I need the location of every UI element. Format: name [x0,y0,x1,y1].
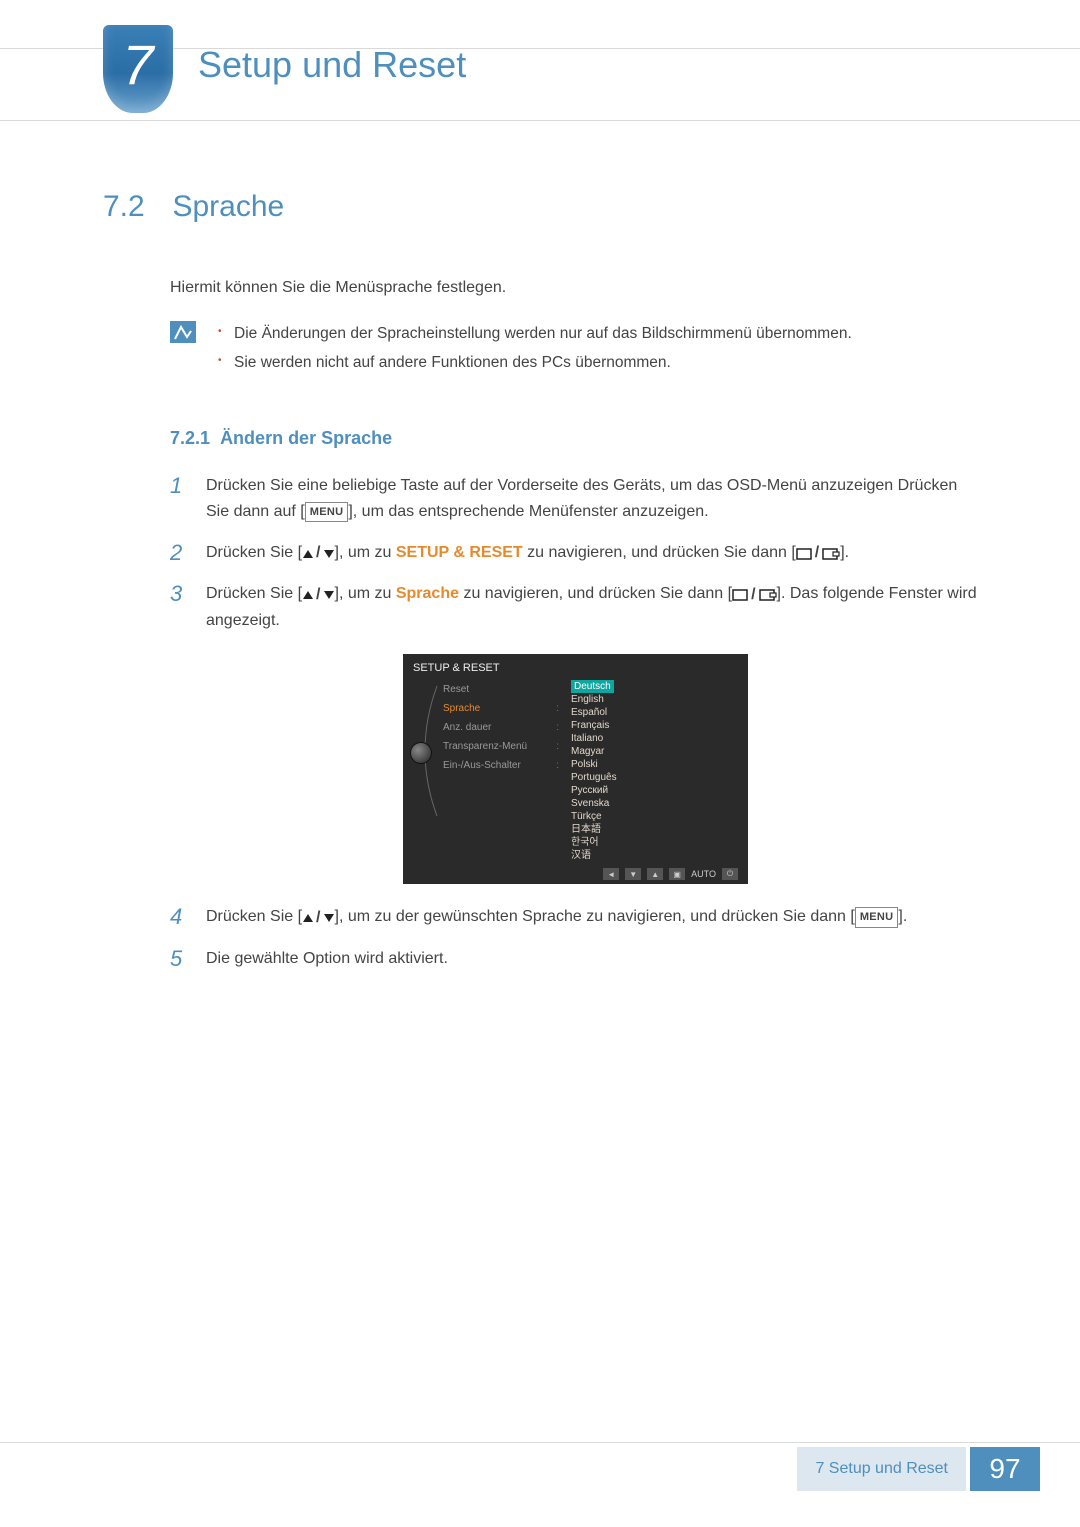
menu-key-icon: MENU [305,502,349,522]
osd-lang-option: English [571,693,738,706]
section-number: 7.2 [103,190,168,224]
step-text: Drücken Sie [ [206,908,302,925]
step-item: 2 Drücken Sie [/], um zu SETUP & RESET z… [170,540,980,567]
steps-list-continued: 4 Drücken Sie [/], um zu der gewünschten… [170,904,980,972]
page-footer: 7 Setup und Reset 97 [0,1447,1080,1491]
section-title: Sprache [172,190,284,224]
step-text: ], um zu der gewünschten Sprache zu navi… [335,908,855,925]
note-item: Die Änderungen der Spracheinstellung wer… [214,319,852,348]
enter-key-icon: / [796,540,840,566]
osd-language-list: DeutschEnglishEspañolFrançaisItalianoMag… [571,680,738,862]
note-item: Sie werden nicht auf andere Funktionen d… [214,348,852,377]
osd-lang-option: Magyar [571,745,738,758]
osd-lang-option: Deutsch [571,680,614,693]
highlight-text: SETUP & RESET [396,544,523,561]
osd-screenshot: SETUP & RESET ResetSprache:Anz. dauer:Tr… [403,654,748,884]
section-heading: 7.2 Sprache [103,190,980,224]
osd-footer: ◄ ▼ ▲ ▣ AUTO ⏻ [413,868,738,880]
step-item: 4 Drücken Sie [/], um zu der gewünschten… [170,904,980,931]
chapter-number-badge: 7 [103,25,173,113]
subsection-number: 7.2.1 [170,428,210,448]
up-down-key-icon: / [302,540,334,566]
step-number: 3 [170,581,184,635]
osd-left-icon: ◄ [603,868,619,880]
step-text: ], um das entsprechende Menüfenster anzu… [348,503,708,520]
menu-key-icon: MENU [855,907,899,927]
osd-lang-option: Português [571,771,738,784]
highlight-text: Sprache [396,585,459,602]
footer-page-number: 97 [970,1447,1040,1491]
osd-lang-option: Türkçe [571,810,738,823]
step-item: 1 Drücken Sie eine beliebige Taste auf d… [170,473,980,526]
osd-menu-item: Anz. dauer: [443,718,563,737]
step-text: ], um zu [335,585,396,602]
step-item: 3 Drücken Sie [/], um zu Sprache zu navi… [170,581,980,635]
osd-title: SETUP & RESET [413,662,738,674]
osd-auto-label: AUTO [691,869,716,879]
up-down-key-icon: / [302,582,334,608]
step-text: ]. [840,544,849,561]
osd-menu: ResetSprache:Anz. dauer:Transparenz-Menü… [413,680,563,862]
note-icon [170,321,196,343]
step-number: 5 [170,946,184,972]
osd-menu-item: Transparenz-Menü: [443,737,563,756]
osd-lang-option: Polski [571,758,738,771]
step-text: Drücken Sie [ [206,544,302,561]
step-text: zu navigieren, und drücken Sie dann [ [459,585,732,602]
footer-chapter-label: 7 Setup und Reset [797,1447,966,1491]
step-text: Drücken Sie eine beliebige Taste auf der… [206,477,893,494]
intro-text: Hiermit können Sie die Menüsprache festl… [170,279,980,297]
osd-menu-item: Sprache: [443,699,563,718]
subsection-heading: 7.2.1 Ändern der Sprache [170,428,980,449]
note-list: Die Änderungen der Spracheinstellung wer… [214,319,852,378]
step-number: 2 [170,540,184,567]
subsection-title: Ändern der Sprache [220,428,392,448]
step-number: 4 [170,904,184,931]
osd-up-icon: ▲ [647,868,663,880]
step-text: ]. [898,908,907,925]
step-text: Die gewählte Option wird aktiviert. [206,946,448,972]
steps-list: 1 Drücken Sie eine beliebige Taste auf d… [170,473,980,635]
osd-lang-option: 汉语 [571,849,738,862]
osd-down-icon: ▼ [625,868,641,880]
osd-power-icon: ⏻ [722,868,738,880]
osd-lang-option: Italiano [571,732,738,745]
enter-key-icon: / [732,582,776,608]
osd-lang-option: Français [571,719,738,732]
step-text: Drücken Sie [ [206,585,302,602]
osd-lang-option: Español [571,706,738,719]
step-text: ], um zu [335,544,396,561]
step-text: zu navigieren, und drücken Sie dann [ [523,544,796,561]
chapter-title: Setup und Reset [198,44,466,86]
note-block: Die Änderungen der Spracheinstellung wer… [170,319,980,378]
up-down-key-icon: / [302,905,334,931]
step-number: 1 [170,473,184,526]
osd-lang-option: Svenska [571,797,738,810]
osd-lang-option: 한국어 [571,836,738,849]
osd-lang-option: 日本語 [571,823,738,836]
osd-menu-item: Reset [443,680,563,699]
osd-lang-option: Русский [571,784,738,797]
osd-menu-item: Ein-/Aus-Schalter: [443,756,563,775]
step-item: 5 Die gewählte Option wird aktiviert. [170,946,980,972]
osd-enter-icon: ▣ [669,868,685,880]
